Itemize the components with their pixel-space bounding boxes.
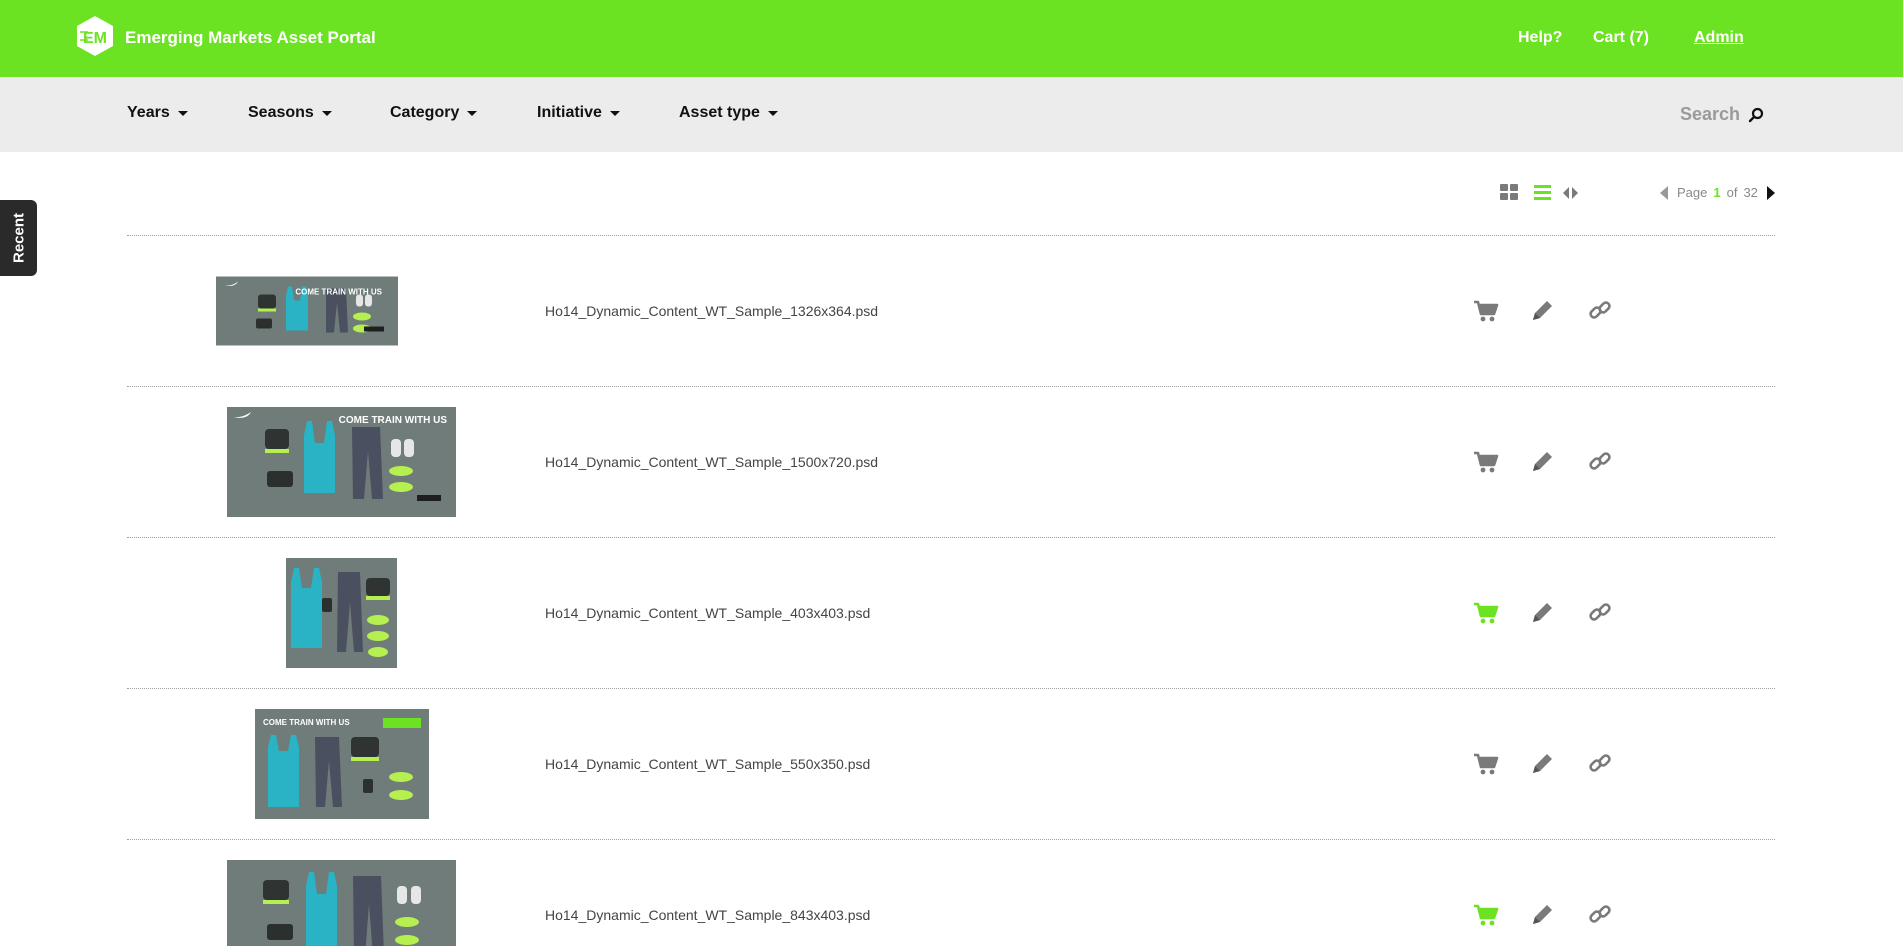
add-to-cart-icon[interactable] bbox=[1473, 298, 1499, 324]
prev-page-icon[interactable] bbox=[1659, 185, 1669, 200]
caret-down-icon bbox=[609, 111, 620, 116]
search-placeholder: Search bbox=[1680, 104, 1741, 124]
filter-asset-type[interactable]: Asset type bbox=[679, 104, 778, 122]
help-link[interactable]: Help? bbox=[1518, 29, 1562, 47]
list-item: COME TRAIN WITH US Ho14_Dynamic_Content_… bbox=[127, 688, 1775, 839]
link-icon[interactable] bbox=[1587, 751, 1613, 777]
search-icon[interactable] bbox=[1748, 107, 1764, 123]
link-icon[interactable] bbox=[1587, 902, 1613, 928]
brand-title[interactable]: Emerging Markets Asset Portal bbox=[125, 28, 376, 48]
add-to-cart-icon[interactable] bbox=[1473, 449, 1499, 475]
asset-filename[interactable]: Ho14_Dynamic_Content_WT_Sample_1326x364.… bbox=[545, 303, 878, 319]
of-word: of bbox=[1726, 185, 1738, 200]
filter-years[interactable]: Years bbox=[127, 104, 188, 122]
recent-tab[interactable]: Recent bbox=[0, 200, 37, 276]
recent-tab-label: Recent bbox=[10, 212, 27, 264]
filter-category-label: Category bbox=[390, 104, 460, 121]
filter-initiative-label: Initiative bbox=[537, 104, 602, 121]
grid-view-icon[interactable] bbox=[1500, 184, 1519, 202]
top-header: EM Emerging Markets Asset Portal Help? C… bbox=[0, 0, 1903, 77]
filter-category[interactable]: Category bbox=[390, 104, 478, 122]
filter-asset-type-label: Asset type bbox=[679, 104, 760, 121]
asset-thumbnail[interactable]: COME TRAIN WITH US bbox=[227, 407, 456, 517]
asset-filename[interactable]: Ho14_Dynamic_Content_WT_Sample_1500x720.… bbox=[545, 454, 878, 470]
total-pages: 32 bbox=[1743, 185, 1758, 200]
asset-list: COME TRAIN WITH US Ho14_Dynamic_Content_… bbox=[127, 235, 1775, 946]
caret-down-icon bbox=[767, 111, 778, 116]
edit-pencil-icon[interactable] bbox=[1529, 600, 1555, 626]
asset-thumbnail[interactable]: COME TRAIN WITH US bbox=[255, 709, 429, 819]
filter-years-label: Years bbox=[127, 104, 170, 121]
search-input[interactable]: Search bbox=[1680, 104, 1764, 125]
filter-seasons[interactable]: Seasons bbox=[248, 104, 332, 122]
list-item: COME TRAIN WITH US Ho14_Dynamic_Content_… bbox=[127, 235, 1775, 386]
asset-filename[interactable]: Ho14_Dynamic_Content_WT_Sample_403x403.p… bbox=[545, 605, 870, 621]
asset-thumbnail[interactable] bbox=[286, 558, 397, 668]
filter-bar: Years Seasons Category Initiative Asset … bbox=[0, 77, 1903, 152]
svg-text:COME TRAIN WITH US: COME TRAIN WITH US bbox=[295, 288, 382, 297]
asset-thumbnail[interactable] bbox=[227, 860, 456, 946]
edit-pencil-icon[interactable] bbox=[1529, 902, 1555, 928]
link-icon[interactable] bbox=[1587, 600, 1613, 626]
svg-text:COME TRAIN WITH US: COME TRAIN WITH US bbox=[339, 415, 448, 426]
next-page-icon[interactable] bbox=[1766, 185, 1776, 200]
caret-down-icon bbox=[177, 111, 188, 116]
add-to-cart-icon[interactable] bbox=[1473, 751, 1499, 777]
list-item: Ho14_Dynamic_Content_WT_Sample_843x403.p… bbox=[127, 839, 1775, 946]
cart-link[interactable]: Cart (7) bbox=[1593, 29, 1649, 47]
carousel-view-icon[interactable] bbox=[1562, 184, 1580, 202]
list-item: COME TRAIN WITH US Ho14_Dynamic_Content_… bbox=[127, 386, 1775, 537]
asset-thumbnail[interactable]: COME TRAIN WITH US bbox=[216, 276, 398, 346]
pagination: Page 1 of 32 bbox=[1659, 185, 1776, 200]
asset-filename[interactable]: Ho14_Dynamic_Content_WT_Sample_550x350.p… bbox=[545, 756, 870, 772]
em-logo-icon[interactable]: EM bbox=[74, 15, 116, 57]
caret-down-icon bbox=[321, 111, 332, 116]
current-page: 1 bbox=[1713, 185, 1721, 200]
in-cart-icon[interactable] bbox=[1473, 600, 1499, 626]
list-item: Ho14_Dynamic_Content_WT_Sample_403x403.p… bbox=[127, 537, 1775, 688]
filter-seasons-label: Seasons bbox=[248, 104, 314, 121]
edit-pencil-icon[interactable] bbox=[1529, 751, 1555, 777]
edit-pencil-icon[interactable] bbox=[1529, 449, 1555, 475]
link-icon[interactable] bbox=[1587, 298, 1613, 324]
svg-text:COME TRAIN WITH US: COME TRAIN WITH US bbox=[263, 718, 350, 727]
edit-pencil-icon[interactable] bbox=[1529, 298, 1555, 324]
admin-link[interactable]: Admin bbox=[1694, 29, 1744, 47]
link-icon[interactable] bbox=[1587, 449, 1613, 475]
caret-down-icon bbox=[467, 111, 478, 116]
asset-filename[interactable]: Ho14_Dynamic_Content_WT_Sample_843x403.p… bbox=[545, 907, 870, 923]
page-word: Page bbox=[1677, 185, 1708, 200]
in-cart-icon[interactable] bbox=[1473, 902, 1499, 928]
filter-initiative[interactable]: Initiative bbox=[537, 104, 620, 122]
list-view-icon[interactable] bbox=[1534, 184, 1552, 202]
